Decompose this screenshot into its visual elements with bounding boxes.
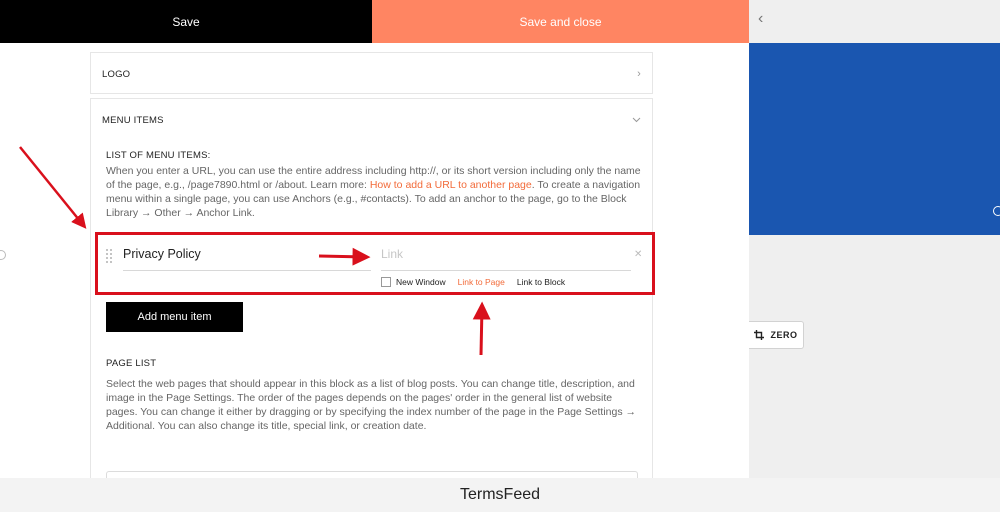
link-to-block-link[interactable]: Link to Block xyxy=(517,277,565,287)
page-list-description: Select the web pages that should appear … xyxy=(106,378,637,432)
footer-brand: TermsFeed xyxy=(0,478,1000,512)
link-options: New Window Link to Page Link to Block xyxy=(381,277,565,287)
save-button[interactable]: Save xyxy=(0,0,372,43)
remove-item-icon[interactable]: ✕ xyxy=(634,249,642,260)
zero-button-label: ZERO xyxy=(770,330,798,340)
menu-item-name-input[interactable] xyxy=(123,243,371,271)
chevron-left-icon[interactable]: ‹ xyxy=(758,10,763,28)
logo-section[interactable]: LOGO › xyxy=(90,52,653,94)
save-and-close-button[interactable]: Save and close xyxy=(372,0,749,43)
find-page-search[interactable] xyxy=(106,471,638,478)
page-list-title: PAGE LIST xyxy=(106,358,157,369)
chevron-right-icon: › xyxy=(637,68,641,80)
logo-section-title: LOGO xyxy=(102,68,131,80)
new-window-label[interactable]: New Window xyxy=(396,277,446,287)
menu-items-section-title: MENU ITEMS xyxy=(102,114,164,126)
add-menu-item-button[interactable]: Add menu item xyxy=(106,302,243,332)
zero-button[interactable]: ZERO xyxy=(749,321,804,349)
new-window-checkbox[interactable] xyxy=(381,277,391,287)
page-preview: ‹ ZERO xyxy=(749,0,1000,478)
crop-frame-icon xyxy=(754,330,765,340)
preview-block-blue xyxy=(749,43,1000,235)
chevron-down-icon xyxy=(632,114,641,126)
menu-item-row: ✕ New Window Link to Page Link to Block xyxy=(103,233,643,291)
menu-items-section: MENU ITEMS LIST OF MENU ITEMS: When you … xyxy=(90,98,653,478)
add-url-help-link[interactable]: How to add a URL to another page xyxy=(370,179,532,191)
menu-items-description: When you enter a URL, you can use the en… xyxy=(106,164,641,220)
list-of-menu-items-title: LIST OF MENU ITEMS: xyxy=(106,150,211,161)
panel-edge-handle-icon xyxy=(0,250,6,260)
top-bar: Save Save and close xyxy=(0,0,749,43)
menu-item-link-input[interactable] xyxy=(381,243,631,271)
menu-items-section-header[interactable]: MENU ITEMS xyxy=(102,112,641,128)
link-to-page-link[interactable]: Link to Page xyxy=(458,277,505,287)
preview-edge-handle-icon xyxy=(993,206,1000,216)
settings-panel: LOGO › MENU ITEMS LIST OF MENU ITEMS: Wh… xyxy=(0,43,749,478)
drag-handle-icon[interactable] xyxy=(106,249,112,263)
logo-section-header[interactable]: LOGO › xyxy=(102,66,641,82)
